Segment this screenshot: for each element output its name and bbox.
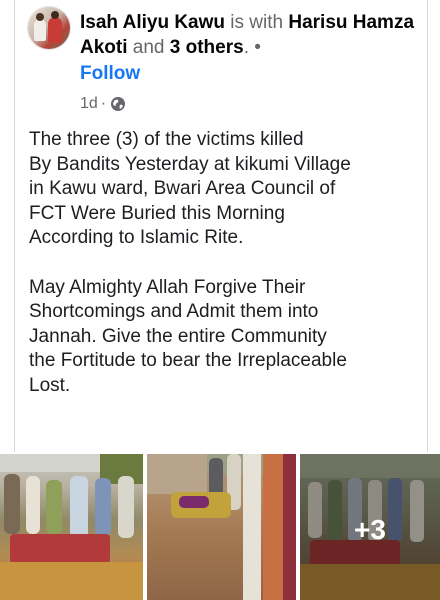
time-separator: · [100,95,107,112]
photo-1[interactable] [0,454,143,600]
avatar-figure [34,19,46,41]
avatar-figure [36,13,44,21]
more-photos-count[interactable]: +3 [300,514,440,546]
author-avatar[interactable] [28,7,70,49]
and-text: and [132,37,165,58]
dot-separator: • [254,37,261,58]
photo-grid: +3 [0,454,440,600]
post-meta: 1d · [80,95,126,113]
post-header: Isah Aliyu Kawu is with Harisu Hamza Ako… [80,10,420,60]
photo-3[interactable]: +3 [300,454,440,600]
photo-2[interactable] [147,454,296,600]
author-name[interactable]: Isah Aliyu Kawu [80,12,225,33]
globe-icon [110,96,126,112]
post-time[interactable]: 1d [80,95,98,113]
period: . [243,37,249,58]
with-text: is with [230,12,284,33]
avatar-figure [48,17,62,43]
follow-button[interactable]: Follow [80,63,140,85]
others-link[interactable]: 3 others [170,37,244,58]
post-body: The three (3) of the victims killed By B… [29,128,419,399]
post-paragraph: The three (3) of the victims killed By B… [29,129,351,249]
avatar-figure [51,11,59,19]
post-paragraph: May Almighty Allah Forgive Their Shortco… [29,276,347,396]
